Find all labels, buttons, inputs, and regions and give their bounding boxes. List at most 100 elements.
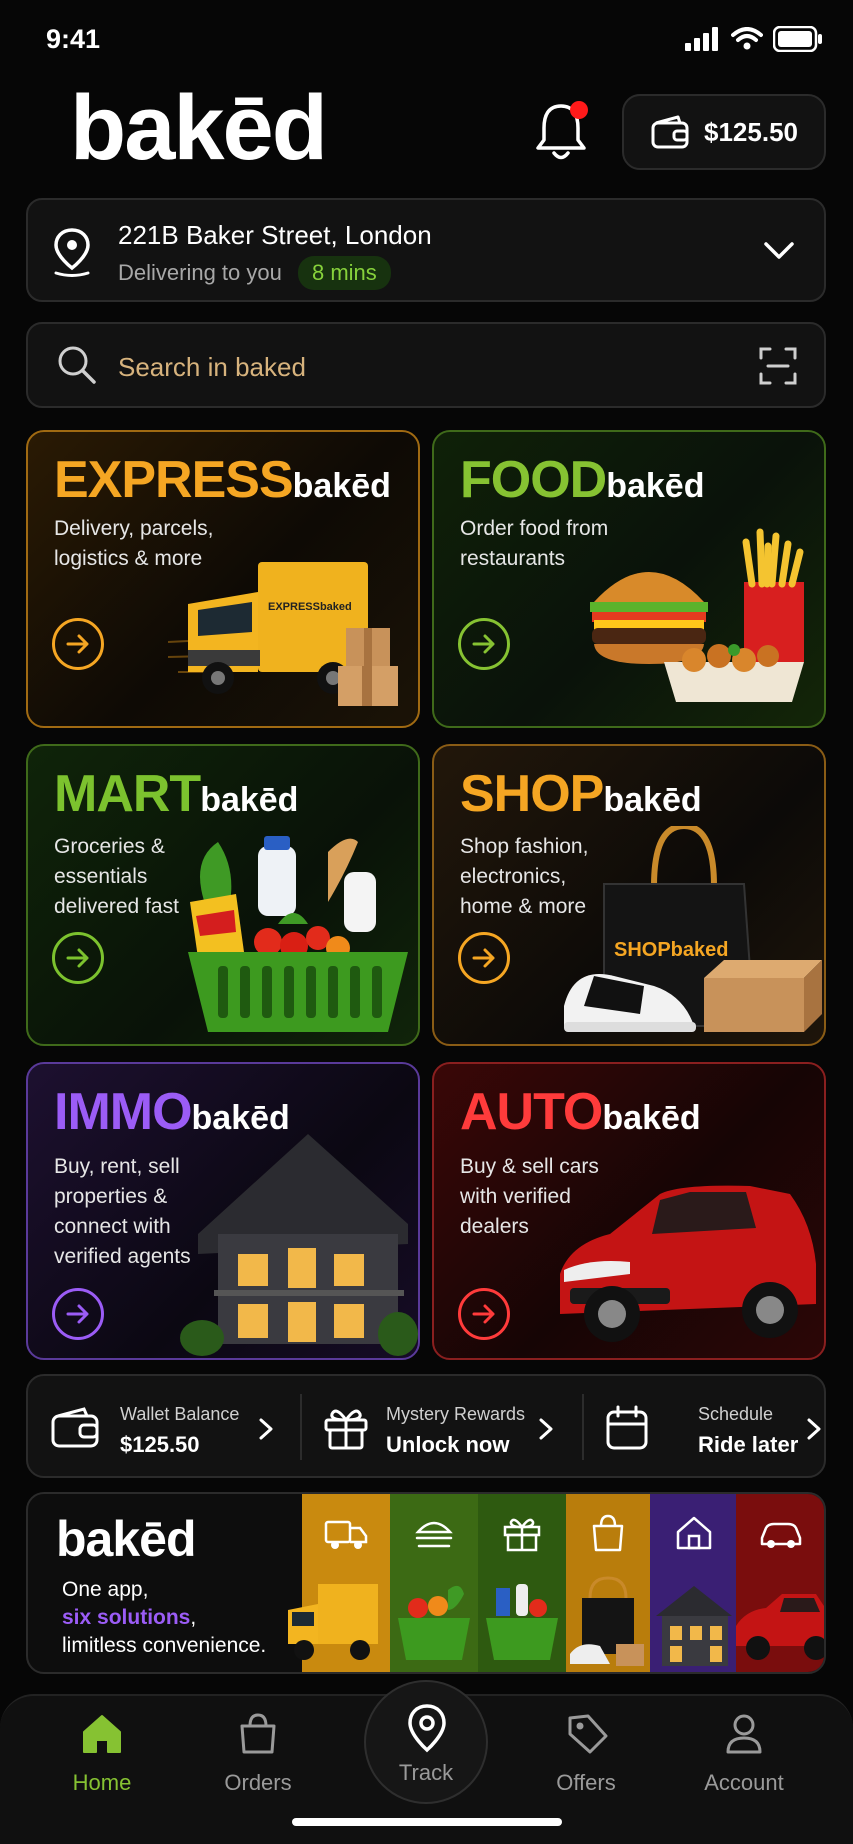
banner-strip-food	[390, 1494, 478, 1672]
tile-immo-arrow-button[interactable]	[52, 1288, 104, 1340]
tile-immo[interactable]: IMMObakēd Buy, rent, sell properties & con…	[26, 1062, 420, 1360]
tile-shop-arrow-button[interactable]	[458, 932, 510, 984]
tile-auto-title: AUTObakēd	[460, 1083, 701, 1141]
tile-express-title: EXPRESSbakēd	[54, 451, 391, 509]
scan-icon[interactable]	[758, 346, 798, 386]
arrow-right-icon	[472, 634, 495, 654]
tile-food-title: FOODbakēd	[460, 451, 705, 509]
bag-label: SHOPbaked	[614, 939, 728, 961]
app-logo: bakēd	[70, 77, 328, 179]
banner-strip-express	[288, 1494, 390, 1672]
truck-icon	[324, 1520, 368, 1549]
wifi-icon	[731, 27, 763, 50]
notification-badge	[570, 101, 588, 119]
calendar-icon	[606, 1405, 648, 1450]
tile-auto-arrow-button[interactable]	[458, 1288, 510, 1340]
quick-actions-bar: Wallet Balance $125.50 Mystery Rewards U…	[26, 1374, 826, 1478]
nav-track[interactable]: Track	[364, 1680, 488, 1804]
banner-logo: bakēd	[56, 1511, 197, 1567]
nav-account-label: Account	[704, 1770, 784, 1795]
search-input[interactable]: Search in baked	[118, 352, 306, 383]
banner-strip-shop	[566, 1494, 650, 1672]
car-icon	[760, 1522, 802, 1548]
nav-orders-label: Orders	[224, 1770, 292, 1795]
tile-mart-arrow-button[interactable]	[52, 932, 104, 984]
eta-badge: 8 mins	[298, 256, 391, 290]
tile-shop-title: SHOPbakēd	[460, 765, 702, 823]
arrow-right-icon	[472, 948, 495, 968]
tile-mart[interactable]: MARTbakēd Groceries & essentials delivered…	[26, 744, 420, 1046]
basket-illustration	[398, 1585, 470, 1660]
gift-icon	[503, 1518, 541, 1552]
tile-auto[interactable]: AUTObakēd Buy & sell cars with verified de…	[432, 1062, 826, 1360]
wallet-icon	[51, 1407, 99, 1448]
tile-mart-title: MARTbakēd	[54, 765, 299, 823]
tile-food[interactable]: FOODbakēd Order food from restaurants	[432, 430, 826, 728]
nav-track-label: Track	[398, 1760, 454, 1785]
tag-icon	[568, 1714, 608, 1754]
arrow-right-icon	[66, 948, 89, 968]
signal-icon	[685, 27, 718, 51]
quick-action-schedule[interactable]: Schedule Ride later	[584, 1376, 824, 1476]
banner-tagline: One app, six solutions, limitless conven…	[62, 1578, 267, 1657]
arrow-right-icon	[66, 634, 89, 654]
truck-label: EXPRESSbaked	[268, 601, 352, 613]
mystery-rewards-value: Unlock now	[386, 1432, 510, 1457]
wallet-balance-button[interactable]: $125.50	[622, 94, 826, 170]
battery-icon	[773, 26, 822, 52]
quick-action-rewards[interactable]: Mystery Rewards Unlock now	[302, 1376, 582, 1476]
basket-illustration	[486, 1584, 558, 1660]
status-time: 9:41	[46, 24, 101, 54]
nav-home-label: Home	[72, 1770, 132, 1795]
location-pin-icon	[408, 1704, 446, 1753]
user-icon	[726, 1714, 762, 1754]
chevron-right-icon	[539, 1418, 553, 1440]
home-indicator	[292, 1818, 562, 1826]
red-car-illustration	[560, 1185, 816, 1342]
tile-food-arrow-button[interactable]	[458, 618, 510, 670]
tile-shop[interactable]: SHOPbakēd Shop fashion, electronics, home …	[432, 744, 826, 1046]
home-icon	[83, 1715, 121, 1753]
home-icon	[676, 1516, 712, 1550]
tile-express-arrow-button[interactable]	[52, 618, 104, 670]
bag-icon	[592, 1514, 624, 1552]
chevron-right-icon	[807, 1418, 821, 1440]
truck-illustration	[288, 1584, 378, 1660]
mystery-rewards-label: Mystery Rewards	[386, 1404, 526, 1424]
banner-strip-mart	[478, 1494, 566, 1672]
bag-icon	[240, 1713, 276, 1754]
promo-banner[interactable]: bakēd One app, six solutions, limitless …	[26, 1492, 826, 1674]
chevron-right-icon	[259, 1418, 273, 1440]
wallet-balance-value: $125.50	[120, 1432, 200, 1457]
wallet-balance-label: Wallet Balance	[120, 1404, 240, 1424]
car-illustration	[736, 1594, 824, 1660]
status-icons	[685, 26, 823, 52]
tile-express[interactable]: EXPRESSbakēd Delivery, parcels, logistics…	[26, 430, 420, 728]
wallet-icon	[651, 115, 689, 149]
arrow-right-icon	[66, 1304, 89, 1324]
shopping-bag-illustration: SHOPbaked	[564, 826, 822, 1032]
tile-immo-description: Buy, rent, sell properties & connect with v…	[54, 1155, 191, 1268]
delivery-truck-illustration: EXPRESSbaked	[168, 562, 398, 706]
nav-offers-label: Offers	[556, 1770, 616, 1795]
arrow-right-icon	[472, 1304, 495, 1324]
schedule-label: Schedule	[698, 1404, 774, 1424]
burger-icon	[415, 1521, 453, 1548]
chevron-down-icon	[764, 242, 794, 259]
shopping-bag-illustration	[570, 1576, 644, 1666]
banner-strip-immo	[650, 1494, 736, 1672]
tile-mart-description: Groceries & essentials delivered fast	[54, 835, 179, 918]
grocery-basket-illustration	[188, 836, 408, 1032]
quick-action-wallet[interactable]: Wallet Balance $125.50	[28, 1376, 302, 1476]
location-pin-icon	[54, 228, 90, 277]
status-bar: 9:41	[0, 0, 853, 80]
burger-fries-illustration	[590, 528, 804, 702]
wallet-amount: $125.50	[704, 116, 798, 147]
gift-icon	[324, 1409, 368, 1450]
house-illustration	[180, 1134, 418, 1356]
house-illustration	[656, 1586, 732, 1666]
search-icon	[58, 346, 96, 384]
address-subtitle: Delivering to you	[118, 260, 282, 285]
schedule-value: Ride later	[698, 1432, 799, 1457]
address-title: 221B Baker Street, London	[118, 220, 432, 250]
